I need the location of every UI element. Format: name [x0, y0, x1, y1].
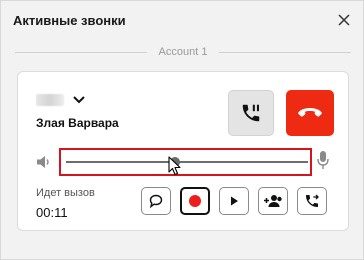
play-button[interactable]: [219, 187, 249, 215]
chat-button[interactable]: [141, 187, 171, 215]
divider-line-left: [15, 51, 147, 53]
volume-slider-thumb[interactable]: [169, 157, 180, 167]
call-transfer-icon: [306, 194, 319, 207]
record-icon: [189, 195, 201, 207]
call-duration: 00:11: [36, 205, 68, 220]
window-title: Активные звонки: [13, 13, 126, 28]
divider-line-right: [219, 51, 352, 53]
close-icon: [338, 14, 350, 26]
microphone-icon[interactable]: [316, 150, 330, 170]
account-divider: Account 1: [15, 45, 352, 59]
chat-bubble-icon: [149, 194, 163, 209]
active-calls-window: Активные звонки Account 1 Злая Варвара И…: [0, 0, 364, 260]
play-icon: [231, 196, 238, 206]
speaker-icon[interactable]: [36, 154, 52, 170]
hold-call-button[interactable]: [228, 90, 274, 136]
account-label: Account 1: [158, 46, 208, 58]
phone-hangup-icon: [298, 108, 322, 117]
phone-pause-icon: [242, 104, 260, 122]
call-transfer-button[interactable]: [297, 187, 327, 215]
expand-caller-button[interactable]: [70, 92, 88, 108]
volume-slider[interactable]: [66, 157, 308, 167]
close-button[interactable]: [335, 11, 353, 29]
chevron-down-icon: [73, 96, 85, 104]
hangup-button[interactable]: [286, 90, 334, 136]
add-participant-icon: [264, 195, 282, 207]
active-call-card: Злая Варвара Идет вызов 00:11: [17, 71, 349, 231]
call-status: Идет вызов: [36, 187, 95, 199]
record-button[interactable]: [180, 187, 210, 215]
caller-name: Злая Варвара: [36, 116, 119, 130]
caller-number-blurred: [36, 94, 64, 106]
add-participant-button[interactable]: [258, 187, 288, 215]
